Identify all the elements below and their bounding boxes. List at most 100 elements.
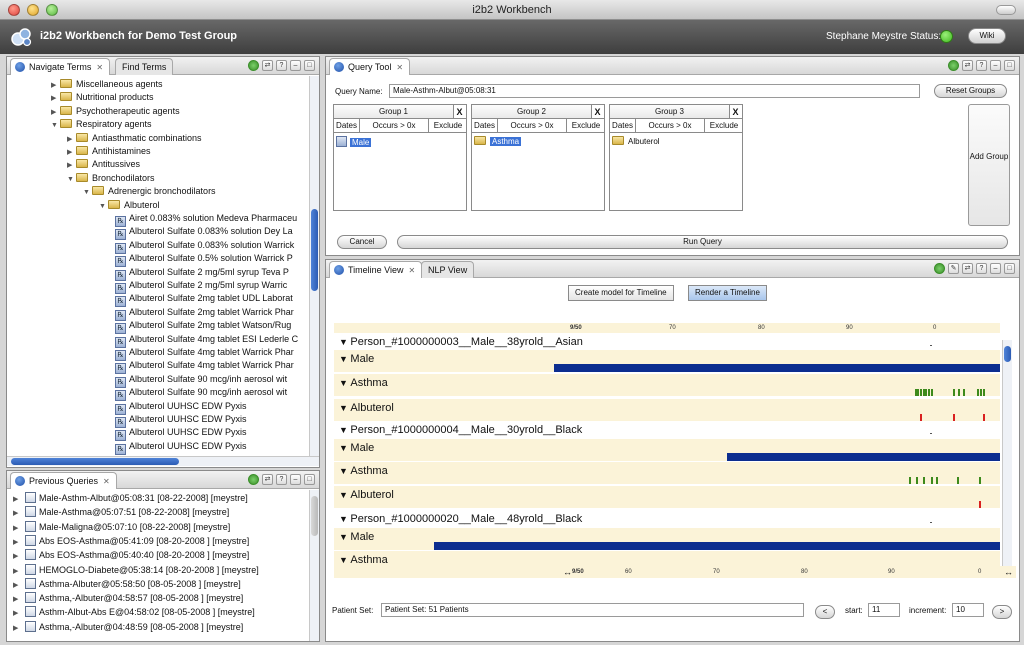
refresh-icon[interactable] — [934, 263, 945, 274]
tab-query-tool[interactable]: Query Tool ✕ — [329, 58, 411, 75]
tab-find-terms[interactable]: Find Terms — [115, 58, 174, 75]
timeline-event-mark[interactable] — [962, 389, 965, 396]
timeline-bar[interactable] — [726, 453, 1000, 461]
tab-navigate-terms[interactable]: Navigate Terms ✕ — [10, 58, 111, 75]
options-icon[interactable]: ⇄ — [262, 60, 273, 71]
expand-triangle-icon[interactable]: ▶ — [13, 622, 22, 636]
term-leaf[interactable]: ℞ Albuterol Sulfate 2mg tablet UDL Labora… — [115, 292, 293, 308]
expand-triangle-icon[interactable]: ▼ — [83, 186, 92, 199]
term-folder[interactable]: ▼ Respiratory agents — [51, 118, 152, 131]
term-folder[interactable]: ▼ Adrenergic bronchodilators — [83, 185, 216, 198]
timeline-event-mark[interactable] — [916, 477, 919, 484]
minimize-view-icon[interactable]: – — [290, 474, 301, 485]
previous-query-item[interactable]: ▶ Asthm-Albut-Abs E@04:58:02 [08-05-2008 … — [13, 605, 255, 619]
term-folder[interactable]: ▶ Antitussives — [67, 158, 140, 171]
pan-right-icon[interactable]: ↔ — [1004, 567, 1013, 577]
query-group-1[interactable]: Group 1 X Dates Occurs > 0x Exclude Male — [333, 104, 467, 211]
window-minimize-button[interactable] — [27, 4, 39, 16]
term-folder[interactable]: ▼ Bronchodilators — [67, 172, 155, 185]
term-leaf[interactable]: ℞ Albuterol Sulfate 90 mcg/inh aerosol wi… — [115, 386, 287, 402]
tab-previous-queries[interactable]: Previous Queries ✕ — [10, 472, 117, 489]
increment-input[interactable]: 10 — [952, 603, 984, 617]
term-leaf[interactable]: ℞ Albuterol Sulfate 2mg tablet Watson/Rug — [115, 319, 291, 335]
patient-set-field[interactable]: Patient Set: 51 Patients — [381, 603, 804, 617]
previous-query-item[interactable]: ▶ Asthma,-Albuter@04:48:59 [08-05-2008 ] … — [13, 620, 243, 634]
tab-timeline-view[interactable]: Timeline View ✕ — [329, 261, 423, 278]
tree-scroll-thumb[interactable] — [311, 209, 318, 291]
term-leaf[interactable]: ℞ Airet 0.083% solution Medeva Pharmaceu — [115, 212, 297, 227]
refresh-icon[interactable] — [248, 474, 259, 485]
refresh-icon[interactable] — [248, 60, 259, 71]
previous-query-item[interactable]: ▶ Asthma,-Albuter@04:58:57 [08-05-2008 ] … — [13, 591, 243, 605]
timeline-person-row[interactable]: Person_#1000000004__Male__30yrold__Black — [334, 421, 1000, 438]
timeline-concept-row[interactable]: Asthma — [334, 374, 1000, 396]
collapse-triangle-icon[interactable]: ▶ — [51, 79, 60, 92]
previous-query-item[interactable]: ▶ Asthma-Albuter@05:58:50 [08-05-2008 ] [… — [13, 577, 241, 591]
remove-group-button[interactable]: X — [453, 105, 466, 119]
cancel-button[interactable]: Cancel — [337, 235, 387, 249]
timeline-event-mark[interactable] — [930, 389, 933, 396]
options-icon[interactable]: ⇄ — [962, 263, 973, 274]
timeline-bar[interactable] — [553, 364, 1000, 372]
timeline-event-mark[interactable] — [909, 477, 912, 484]
timeline-event-mark[interactable] — [983, 414, 986, 421]
expand-triangle-icon[interactable]: ▼ — [99, 200, 108, 213]
collapse-triangle-icon[interactable]: ▶ — [67, 146, 76, 159]
timeline-event-mark[interactable] — [980, 389, 983, 396]
timeline-event-mark[interactable] — [953, 414, 956, 421]
pin-icon[interactable]: ✎ — [948, 263, 959, 274]
window-zoom-button[interactable] — [46, 4, 58, 16]
term-leaf[interactable]: ℞ Albuterol Sulfate 4mg tablet ESI Lederl… — [115, 333, 298, 348]
tree-horizontal-scrollbar[interactable] — [7, 456, 319, 466]
render-timeline-button[interactable]: Render a Timeline — [688, 285, 767, 301]
query-name-input[interactable]: Male-Asthm-Albut@05:08:31 — [389, 84, 920, 98]
term-folder[interactable]: ▶ Psychotherapeutic agents — [51, 105, 180, 118]
dates-button[interactable]: Dates — [334, 119, 360, 133]
term-leaf[interactable]: ℞ Albuterol Sulfate 0.5% solution Warrick… — [115, 252, 293, 268]
term-folder[interactable]: ▶ Miscellaneous agents — [51, 78, 163, 91]
timeline-event-mark[interactable] — [956, 477, 959, 484]
term-leaf[interactable]: ℞ Albuterol Sulfate 0.083% solution Dey L… — [115, 225, 293, 241]
term-folder[interactable]: ▶ Nutritional products — [51, 91, 154, 104]
dates-button[interactable]: Dates — [472, 119, 498, 133]
tab-nlp-view[interactable]: NLP View — [421, 261, 475, 278]
exclude-button[interactable]: Exclude — [705, 119, 743, 133]
term-leaf[interactable]: ℞ Albuterol UUHSC EDW Pyxis — [115, 426, 247, 442]
exclude-button[interactable]: Exclude — [567, 119, 605, 133]
window-close-button[interactable] — [8, 4, 20, 16]
expand-triangle-icon[interactable]: ▼ — [51, 119, 60, 132]
query-group-3[interactable]: Group 3 X Dates Occurs > 0x Exclude Albuterol — [609, 104, 743, 211]
pan-left-icon[interactable]: ↔ — [563, 567, 572, 577]
occurs-button[interactable]: Occurs > 0x — [636, 119, 705, 133]
tree-vertical-scrollbar[interactable] — [309, 76, 319, 456]
previous-query-item[interactable]: ▶ Male-Asthm-Albut@05:08:31 [08-22-2008] … — [13, 491, 248, 505]
timeline-concept-row[interactable]: Albuterol — [334, 399, 1000, 421]
maximize-view-icon[interactable]: □ — [304, 474, 315, 485]
timeline-event-mark[interactable] — [930, 477, 933, 484]
previous-queries-scrollbar[interactable] — [309, 490, 319, 641]
previous-query-item[interactable]: ▶ Male-Asthma@05:07:51 [08-22-2008] [meys… — [13, 505, 229, 519]
timeline-person-row[interactable]: Person_#1000000020__Male__48yrold__Black — [334, 510, 1000, 527]
maximize-view-icon[interactable]: □ — [304, 60, 315, 71]
remove-group-button[interactable]: X — [591, 105, 604, 119]
tree-hscroll-thumb[interactable] — [11, 458, 179, 465]
collapse-triangle-icon[interactable]: ▶ — [51, 92, 60, 105]
term-folder[interactable]: ▼ Albuterol — [99, 199, 160, 212]
timeline-event-mark[interactable] — [958, 389, 961, 396]
group-item[interactable]: Male — [336, 136, 372, 148]
term-leaf[interactable]: ℞ Albuterol Sulfate 4mg tablet Warrick Ph… — [115, 346, 294, 361]
previous-query-item[interactable]: ▶ Male-Maligna@05:07:10 [08-22-2008] [mey… — [13, 520, 230, 534]
collapse-triangle-icon[interactable]: ▶ — [51, 106, 60, 119]
timeline-event-mark[interactable] — [976, 389, 979, 396]
help-icon[interactable]: ? — [276, 60, 287, 71]
close-tab-icon[interactable]: ✕ — [396, 63, 403, 72]
term-leaf[interactable]: ℞ Albuterol Sulfate 90 mcg/inh aerosol wi… — [115, 373, 287, 388]
timeline-bar[interactable] — [433, 542, 1000, 550]
options-icon[interactable]: ⇄ — [262, 474, 273, 485]
minimize-view-icon[interactable]: – — [990, 60, 1001, 71]
close-tab-icon[interactable]: ✕ — [103, 477, 110, 486]
refresh-icon[interactable] — [948, 60, 959, 71]
close-tab-icon[interactable]: ✕ — [96, 63, 103, 72]
term-leaf[interactable]: ℞ Albuterol UUHSC EDW Pyxis — [115, 413, 247, 428]
remove-group-button[interactable]: X — [729, 105, 742, 119]
